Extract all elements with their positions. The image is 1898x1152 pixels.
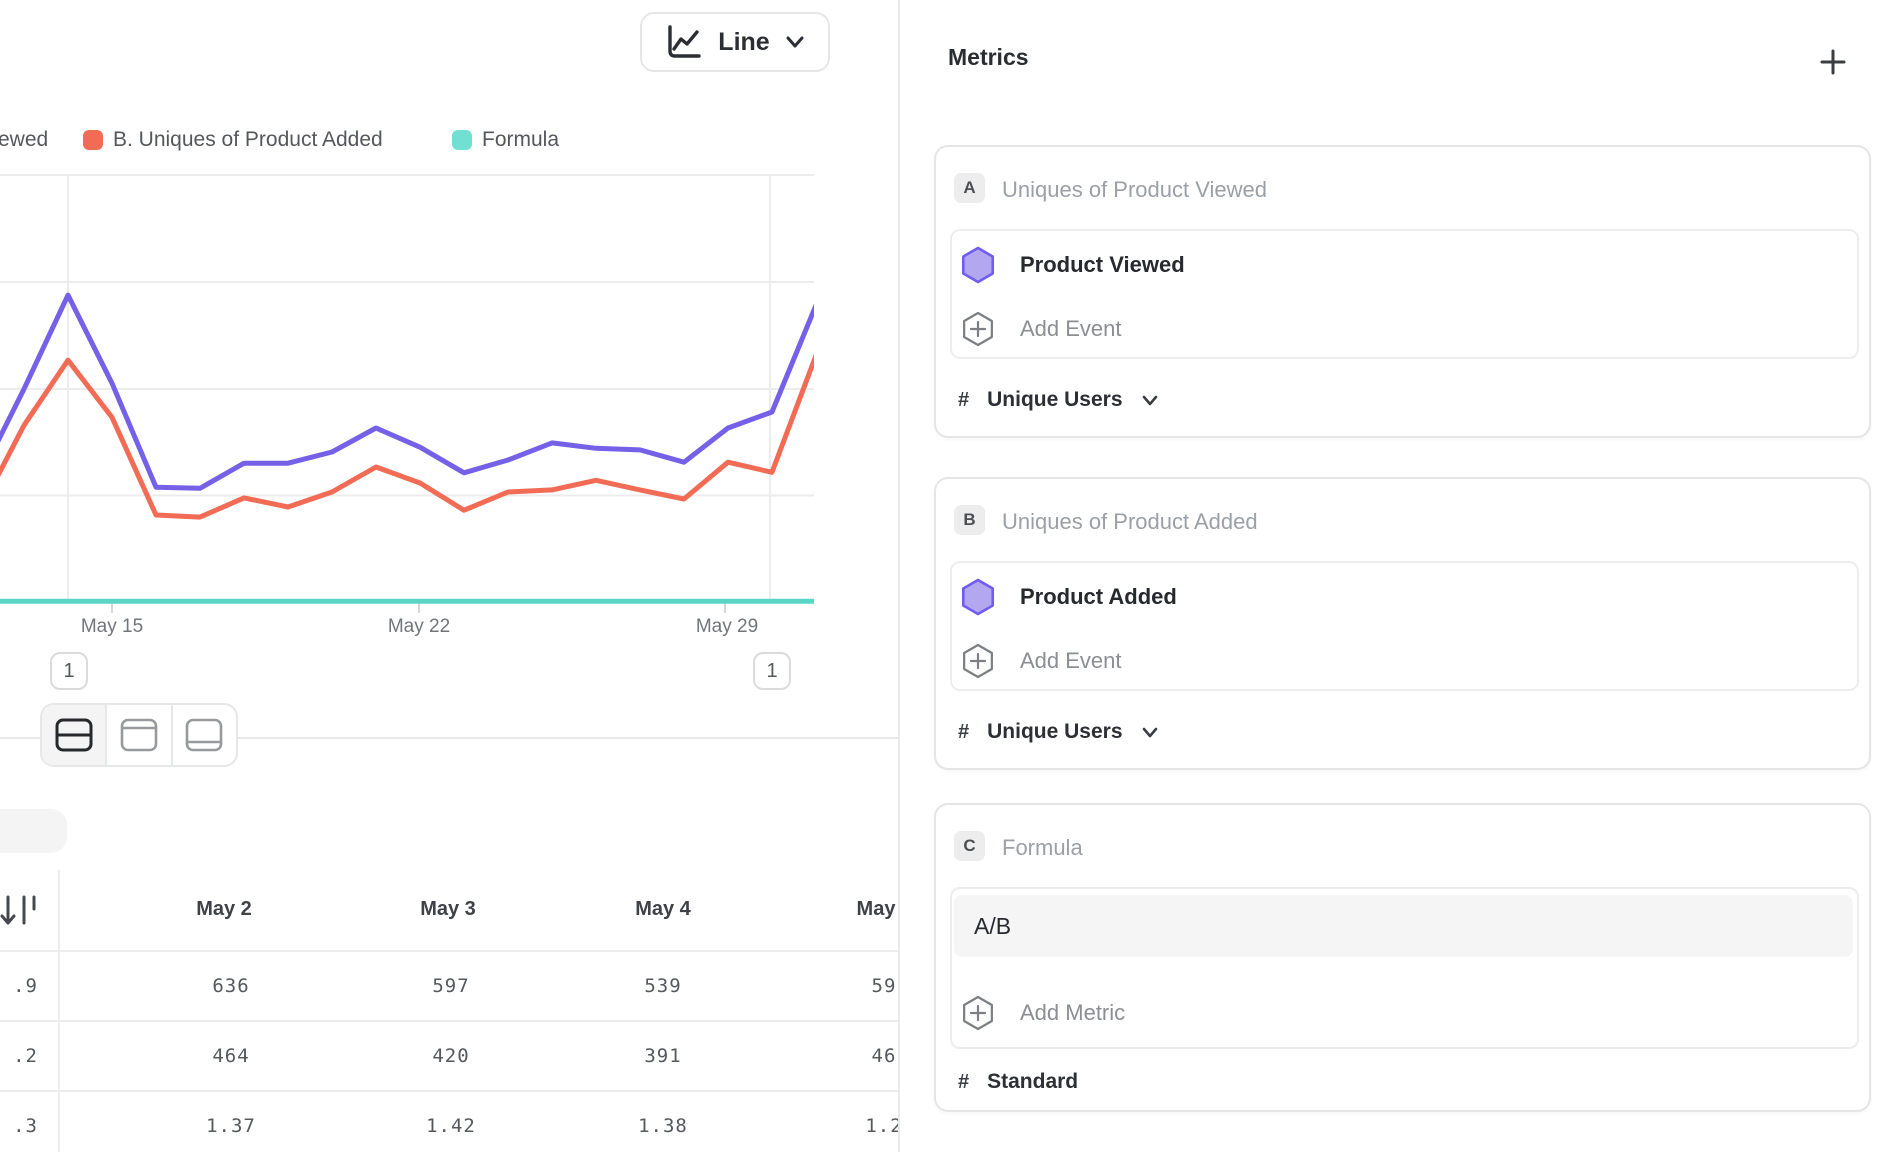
number-type-icon: # [958, 389, 969, 412]
metric-card-c: C Formula A/B Add Metric # Standard [934, 803, 1871, 1112]
table-cell: 59 [804, 975, 898, 997]
legend-item-label[interactable]: ewed [0, 128, 48, 152]
layout-toggle-split-row-layout-icon[interactable] [42, 705, 105, 765]
metric-letter-chip: B [954, 505, 985, 535]
x-axis-label: May 22 [359, 616, 479, 638]
table-cell: 539 [583, 975, 743, 997]
legend-swatch [83, 130, 103, 150]
chevron-down-icon [784, 34, 806, 50]
measurement-label: Standard [987, 1070, 1078, 1094]
chart-type-selector[interactable]: Line [640, 12, 830, 72]
add-row[interactable]: Add Event [960, 309, 1122, 349]
hexagon-plus-icon [960, 641, 996, 681]
layout-toggle-footer-row-layout-icon[interactable] [171, 705, 236, 765]
x-axis-label: May 29 [667, 616, 787, 638]
x-axis-label: May 15 [52, 616, 172, 638]
table-cell-frozen: .2 [0, 1045, 38, 1067]
legend-swatch [452, 130, 472, 150]
metric-letter-chip: C [954, 831, 985, 861]
layout-toggle [40, 703, 238, 767]
table-column-header[interactable]: May 4 [583, 898, 743, 921]
metric-type-row[interactable]: # Unique Users [958, 720, 1159, 744]
series-b-uniques-of-product-added [0, 355, 814, 517]
hexagon-icon [960, 245, 996, 285]
metric-letter-chip: A [954, 173, 985, 203]
table-rule [0, 950, 898, 952]
table-cell: 46 [804, 1045, 898, 1067]
event-row[interactable]: Product Added [960, 577, 1177, 617]
table-cell: 464 [151, 1045, 311, 1067]
analytics-report-view: Line ewed B. Uniques of Product Added Form… [0, 0, 1898, 1152]
table-cell-frozen: .9 [0, 975, 38, 997]
table-column-header[interactable]: May 3 [368, 898, 528, 921]
table-cell: 391 [583, 1045, 743, 1067]
add-label: Add Metric [1020, 1000, 1125, 1026]
table-cell: 1.37 [151, 1115, 311, 1137]
table-rule [0, 1020, 898, 1022]
hexagon-plus-icon [960, 993, 996, 1033]
formula-value: A/B [974, 913, 1011, 940]
sort-descending-icon[interactable] [0, 893, 40, 931]
measurement-label: Unique Users [987, 720, 1122, 744]
table-cell: 1.2 [804, 1115, 898, 1137]
metric-type-row[interactable]: # Standard [958, 1070, 1078, 1094]
table-cell: 597 [371, 975, 531, 997]
table-rule [0, 1090, 898, 1092]
series-a-uniques-of-product-viewed [0, 295, 814, 488]
annotation-badge[interactable]: 1 [753, 652, 791, 690]
event-name: Product Added [1020, 584, 1177, 610]
measurement-label: Unique Users [987, 388, 1122, 412]
chart-type-label: Line [718, 28, 769, 57]
hexagon-plus-icon [960, 309, 996, 349]
pane-divider [898, 0, 900, 1152]
chevron-down-icon [1141, 726, 1159, 739]
metric-card-title: Formula [1002, 835, 1083, 861]
panel-title: Metrics [948, 44, 1029, 71]
metric-card-a: A Uniques of Product Viewed Product Viewed… [934, 145, 1871, 438]
add-label: Add Event [1020, 648, 1122, 674]
annotation-badge[interactable]: 1 [50, 652, 88, 690]
hexagon-icon [960, 577, 996, 617]
metric-type-row[interactable]: # Unique Users [958, 388, 1159, 412]
metric-card-b: B Uniques of Product Added Product Added Ad… [934, 477, 1871, 770]
frozen-column-border [58, 870, 60, 1152]
add-label: Add Event [1020, 316, 1122, 342]
add-row[interactable]: Add Metric [960, 993, 1125, 1033]
event-row[interactable]: Product Viewed [960, 245, 1185, 285]
line-chart[interactable] [0, 170, 814, 625]
table-cell: 420 [371, 1045, 531, 1067]
metric-card-title: Uniques of Product Added [1002, 509, 1258, 535]
plus-icon[interactable] [1818, 47, 1848, 77]
layout-toggle-header-row-layout-icon[interactable] [105, 705, 170, 765]
event-name: Product Viewed [1020, 252, 1185, 278]
table-toolbar-button[interactable] [0, 809, 67, 853]
line-chart-icon [664, 22, 704, 62]
legend-item-label[interactable]: B. Uniques of Product Added [113, 128, 383, 152]
number-type-icon: # [958, 721, 969, 744]
chart-section: Line ewed B. Uniques of Product Added Form… [0, 0, 898, 1152]
table-column-header[interactable]: May 2 [144, 898, 304, 921]
number-type-icon: # [958, 1071, 969, 1094]
table-cell-frozen: .3 [0, 1115, 38, 1137]
table-cell: 636 [151, 975, 311, 997]
add-row[interactable]: Add Event [960, 641, 1122, 681]
table-column-header[interactable]: May [796, 898, 898, 921]
chevron-down-icon [1141, 394, 1159, 407]
metric-card-title: Uniques of Product Viewed [1002, 177, 1267, 203]
table-cell: 1.38 [583, 1115, 743, 1137]
legend-item-label[interactable]: Formula [482, 128, 559, 152]
table-cell: 1.42 [371, 1115, 531, 1137]
formula-input[interactable]: A/B [954, 895, 1853, 957]
